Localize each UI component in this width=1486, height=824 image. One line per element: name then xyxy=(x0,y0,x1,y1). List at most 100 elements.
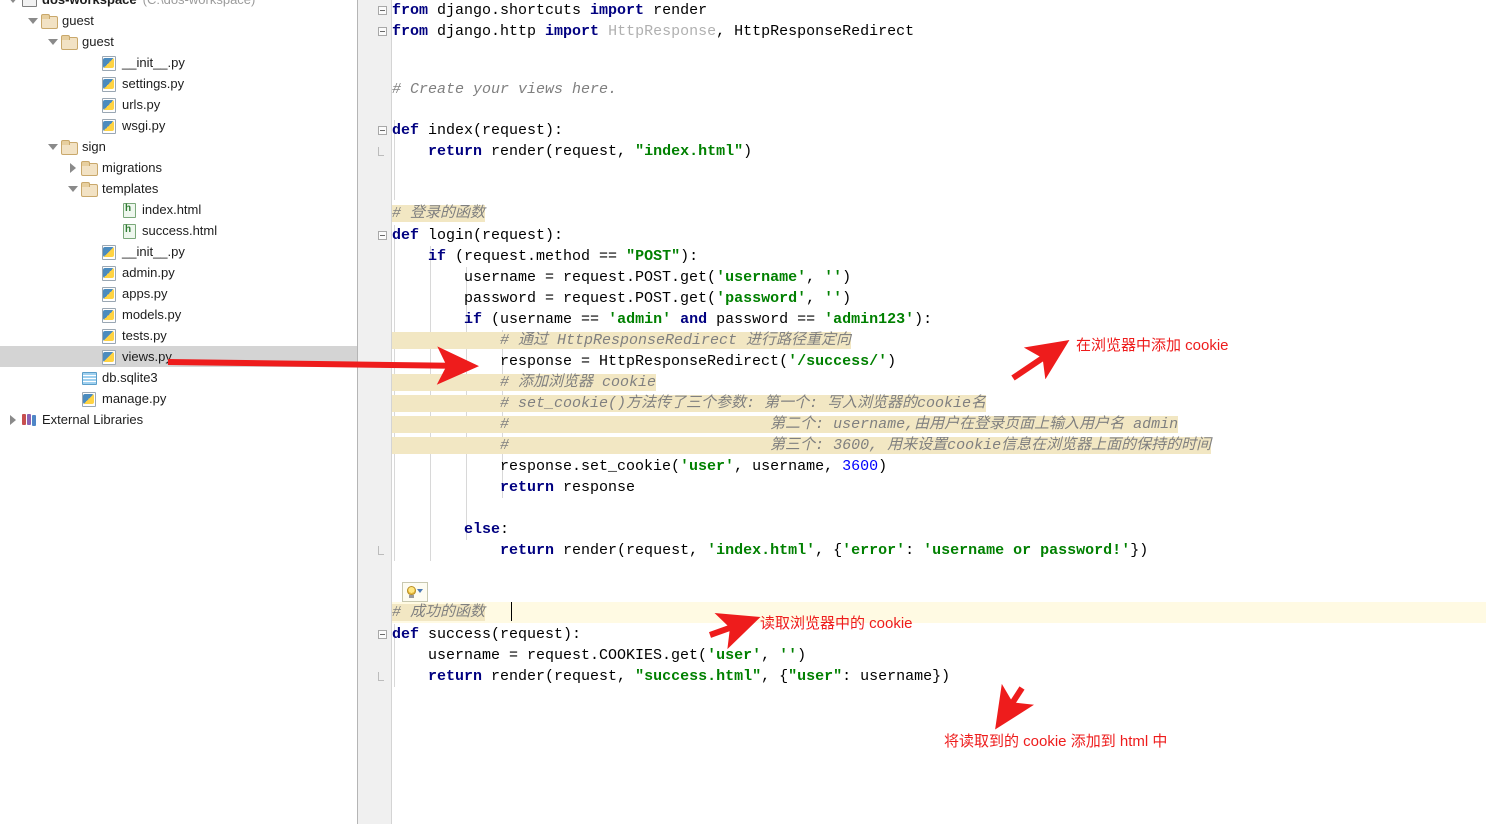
code-line: return render(request, 'index.html', {'e… xyxy=(392,540,1148,561)
tree-item-label: migrations xyxy=(102,160,162,175)
code-token: ) xyxy=(797,647,807,664)
code-token: }) xyxy=(1130,542,1149,559)
code-token: , { xyxy=(815,542,843,559)
python-file-icon xyxy=(101,265,117,281)
database-file-icon xyxy=(81,370,97,385)
code-editor[interactable]: from django.shortcuts import render from … xyxy=(358,0,1486,824)
tree-twisty-down-icon[interactable] xyxy=(46,35,59,48)
project-tree[interactable]: dos-workspace (C:\dos-workspace) guest gues… xyxy=(0,0,357,430)
fold-marker-success-def[interactable] xyxy=(378,630,387,639)
fold-end-success[interactable] xyxy=(378,672,385,683)
tree-item-guest[interactable]: guest xyxy=(0,10,357,31)
tree-twisty-down-icon[interactable] xyxy=(66,182,79,195)
tree-item-label: db.sqlite3 xyxy=(102,370,158,385)
tree-item-apps-py[interactable]: apps.py xyxy=(0,283,357,304)
code-token: ) xyxy=(743,143,753,160)
tree-item-label: manage.py xyxy=(102,391,167,406)
python-file-icon xyxy=(101,349,117,365)
tree-item-models-py[interactable]: models.py xyxy=(0,304,357,325)
chevron-down-icon[interactable] xyxy=(417,589,423,593)
tree-twisty-right-icon[interactable] xyxy=(66,161,79,174)
tree-item-migrations[interactable]: migrations xyxy=(0,157,357,178)
tree-item-external-libraries[interactable]: External Libraries xyxy=(0,409,357,430)
code-token: password = request.POST.get( xyxy=(392,290,717,307)
code-token: login(request): xyxy=(419,227,564,244)
code-token: : username}) xyxy=(842,668,951,685)
tree-item-index-html[interactable]: index.html xyxy=(0,199,357,220)
tree-item-label: guest xyxy=(82,34,114,49)
tree-item-label: index.html xyxy=(142,202,202,217)
python-file-icon xyxy=(101,328,117,344)
tree-item-templates[interactable]: templates xyxy=(0,178,357,199)
code-token: from xyxy=(392,23,429,40)
fold-marker-login-def[interactable] xyxy=(378,231,387,240)
tree-item-dos-workspace[interactable]: dos-workspace (C:\dos-workspace) xyxy=(0,0,357,10)
anno-read-cookie: 读取浏览器中的 cookie xyxy=(760,615,913,632)
tree-item-db-sqlite3[interactable]: db.sqlite3 xyxy=(0,367,357,388)
code-token: 'username' xyxy=(716,269,807,286)
project-tree-panel[interactable]: dos-workspace (C:\dos-workspace) guest gues… xyxy=(0,0,358,824)
code-line: def success(request): xyxy=(392,624,581,645)
code-token: # 第三个: 3600, 用来设置cookie信息在浏览器上面的保持的时间 xyxy=(392,437,1212,454)
code-token: def xyxy=(392,227,420,244)
tree-item-settings-py[interactable]: settings.py xyxy=(0,73,357,94)
tree-item-sign[interactable]: sign xyxy=(0,136,357,157)
code-line: # 第三个: 3600, 用来设置cookie信息在浏览器上面的保持的时间 xyxy=(392,435,1212,456)
tree-twisty-down-icon[interactable] xyxy=(6,0,19,6)
code-token: ) xyxy=(842,290,852,307)
tree-item-label: views.py xyxy=(122,349,172,364)
intention-bulb-icon[interactable] xyxy=(402,582,428,602)
code-token: username = request.COOKIES.get( xyxy=(392,647,708,664)
folder-icon xyxy=(61,34,78,50)
tree-item-views-py[interactable]: views.py xyxy=(0,346,357,367)
tree-item--init-py[interactable]: __init__.py xyxy=(0,52,357,73)
code-line: return render(request, "success.html", {… xyxy=(392,666,950,687)
tree-item-guest[interactable]: guest xyxy=(0,31,357,52)
fold-marker-import-2[interactable] xyxy=(378,27,387,36)
fold-marker-import[interactable] xyxy=(378,6,387,15)
fold-marker-index-def[interactable] xyxy=(378,126,387,135)
editor-gutter[interactable] xyxy=(358,0,392,824)
python-file-icon xyxy=(81,391,97,407)
code-token: if xyxy=(428,248,447,265)
tree-twisty-down-icon[interactable] xyxy=(46,140,59,153)
code-token: # 第二个: username,由用户在登录页面上输入用户名 admin xyxy=(392,416,1179,433)
code-line: response.set_cookie('user', username, 36… xyxy=(392,456,887,477)
tree-item-wsgi-py[interactable]: wsgi.py xyxy=(0,115,357,136)
code-token: : xyxy=(500,521,510,538)
code-token: 'password' xyxy=(716,290,807,307)
code-token: "index.html" xyxy=(635,143,744,160)
code-line: # Create your views here. xyxy=(392,79,617,100)
tree-twisty-right-icon[interactable] xyxy=(6,413,19,426)
tree-item-label: __init__.py xyxy=(122,55,185,70)
tree-item-label: admin.py xyxy=(122,265,175,280)
tree-item-admin-py[interactable]: admin.py xyxy=(0,262,357,283)
fold-end-login[interactable] xyxy=(378,546,385,557)
ide-window: dos-workspace (C:\dos-workspace) guest gues… xyxy=(0,0,1486,824)
fold-end-index[interactable] xyxy=(378,147,385,158)
code-text-area[interactable]: from django.shortcuts import render from … xyxy=(392,0,1486,824)
tree-item-label: urls.py xyxy=(122,97,161,112)
tree-item-manage-py[interactable]: manage.py xyxy=(0,388,357,409)
tree-item-tests-py[interactable]: tests.py xyxy=(0,325,357,346)
code-token: ): xyxy=(680,248,699,265)
code-token: response = HttpResponseRedirect( xyxy=(392,353,789,370)
code-token: return xyxy=(500,479,555,496)
code-token: , xyxy=(761,647,780,664)
tree-item--init-py[interactable]: __init__.py xyxy=(0,241,357,262)
folder-icon xyxy=(61,139,78,155)
code-token: return xyxy=(500,542,555,559)
code-token: , HttpResponseRedirect xyxy=(716,23,915,40)
tree-twisty-down-icon[interactable] xyxy=(26,14,39,27)
code-token: return xyxy=(428,143,483,160)
tree-item-urls-py[interactable]: urls.py xyxy=(0,94,357,115)
tree-item-label: tests.py xyxy=(122,328,167,343)
tree-item-success-html[interactable]: success.html xyxy=(0,220,357,241)
code-line: def index(request): xyxy=(392,120,563,141)
